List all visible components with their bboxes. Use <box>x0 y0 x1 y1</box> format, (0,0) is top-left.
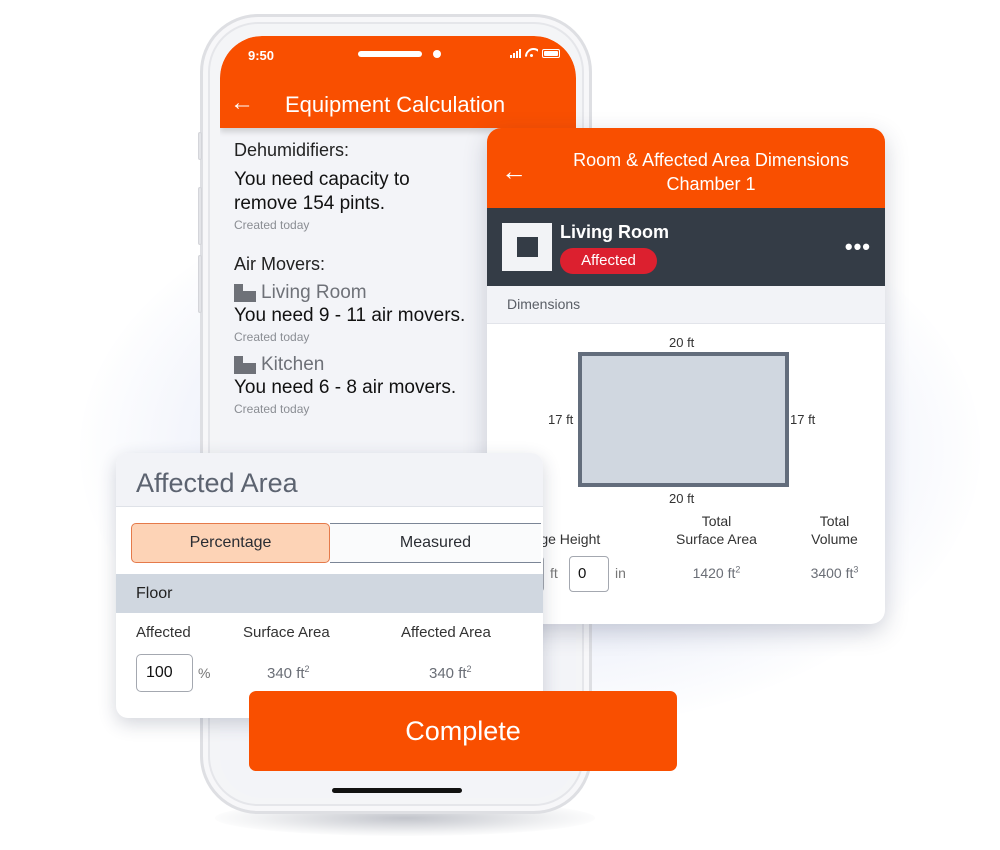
squared-exponent: 2 <box>466 664 472 674</box>
surface-area-value: 340 ft2 <box>267 664 310 683</box>
complete-button[interactable]: Complete <box>249 691 677 771</box>
phone-volume-down-button <box>198 255 202 313</box>
room-icon <box>234 356 256 374</box>
tab-measured[interactable]: Measured <box>330 523 541 563</box>
floor-section-header: Floor <box>116 574 543 613</box>
room-heading: Kitchen <box>234 354 494 376</box>
air-movers-label: Air Movers: <box>234 254 326 274</box>
floor-plan-rectangle[interactable] <box>578 352 789 487</box>
room-name: Kitchen <box>261 354 325 375</box>
right-wall-length: 17 ft <box>790 412 816 427</box>
back-arrow-icon[interactable]: ← <box>230 91 254 115</box>
phone-side-button <box>198 132 202 160</box>
surface-area-number: 340 ft <box>267 665 305 682</box>
total-surface-area-number: 1420 ft <box>692 565 736 581</box>
top-wall-length: 20 ft <box>669 335 695 350</box>
equipment-list: Dehumidifiers: You need capacity to remo… <box>234 140 494 416</box>
dimensions-title-line2: Chamber 1 <box>666 174 756 194</box>
total-surface-area-label: Total Surface Area <box>659 512 774 548</box>
inches-unit: in <box>615 565 626 581</box>
page-title: Equipment Calculation <box>285 92 506 117</box>
status-time: 9:50 <box>248 48 275 63</box>
surface-area-column-header: Surface Area <box>243 624 330 641</box>
created-label: Created today <box>234 330 310 344</box>
dimensions-section-label: Dimensions <box>487 286 885 324</box>
wifi-icon <box>525 48 538 58</box>
created-label: Created today <box>234 218 310 232</box>
total-volume-label-line1: Total <box>819 513 850 529</box>
battery-icon <box>542 48 560 58</box>
air-movers-text: You need 9 - 11 air movers. <box>234 305 466 326</box>
more-horizontal-icon[interactable]: ••• <box>845 236 871 258</box>
measurement-mode-toggle: Percentage Measured <box>131 523 541 563</box>
height-inches-input[interactable]: 0 <box>569 556 609 592</box>
dimension-metrics: Average Height 10 ft 0 in Total Surface … <box>487 513 885 624</box>
phone-volume-up-button <box>198 187 202 245</box>
room-bar: Living Room Affected ••• <box>487 208 885 286</box>
room-icon <box>234 284 256 302</box>
affected-percentage-input[interactable]: 100 <box>136 654 193 692</box>
dehumidifiers-text: You need capacity to remove 154 pints. <box>234 169 410 214</box>
total-volume-label: Total Volume <box>792 512 877 548</box>
list-item[interactable]: Kitchen You need 6 - 8 air movers. Creat… <box>234 354 494 416</box>
floor-plan: 20 ft 20 ft 17 ft 17 ft <box>487 324 885 520</box>
total-surface-area-label-line2: Surface Area <box>676 531 757 547</box>
room-square-icon <box>502 223 552 271</box>
affected-column-header: Affected <box>136 624 191 641</box>
home-indicator <box>332 788 462 793</box>
squared-exponent: 2 <box>735 564 741 575</box>
total-surface-area-value: 1420 ft2 <box>659 565 774 581</box>
air-movers-text: You need 6 - 8 air movers. <box>234 377 457 398</box>
left-wall-length: 17 ft <box>548 412 574 427</box>
dimensions-title: Room & Affected Area Dimensions Chamber … <box>537 148 885 196</box>
marketing-canvas: 9:50 ← Equipment Calculation Dehumidifie… <box>0 0 1000 850</box>
room-name: Living Room <box>560 222 669 242</box>
speaker-notch <box>358 51 422 57</box>
signal-icon <box>510 48 521 58</box>
back-arrow-icon[interactable]: ← <box>501 158 527 184</box>
cubed-exponent: 3 <box>853 564 859 575</box>
affected-area-card: Affected Area Percentage Measured Floor … <box>116 453 543 718</box>
feet-unit: ft <box>550 565 558 581</box>
room-heading: Living Room <box>234 282 494 304</box>
affected-area-title: Affected Area <box>116 453 543 507</box>
total-volume-label-line2: Volume <box>811 531 858 547</box>
affected-area-value: 340 ft2 <box>429 664 472 683</box>
list-item[interactable]: Living Room You need 9 - 11 air movers. … <box>234 282 494 344</box>
camera-dot <box>433 50 441 58</box>
total-volume-number: 3400 ft <box>810 565 854 581</box>
created-label: Created today <box>234 402 310 416</box>
affected-area-column-header: Affected Area <box>401 624 491 641</box>
dimensions-header: ← Room & Affected Area Dimensions Chambe… <box>487 128 885 208</box>
tab-percentage[interactable]: Percentage <box>131 523 330 563</box>
room-dimensions-card: ← Room & Affected Area Dimensions Chambe… <box>487 128 885 624</box>
affected-area-number: 340 ft <box>429 665 467 682</box>
squared-exponent: 2 <box>304 664 310 674</box>
percent-unit: % <box>198 665 211 681</box>
status-icons <box>510 48 560 58</box>
dehumidifiers-label: Dehumidifiers: <box>234 140 350 160</box>
room-name: Living Room <box>261 282 367 303</box>
status-badge: Affected <box>560 248 657 274</box>
total-surface-area-label-line1: Total <box>701 513 732 529</box>
app-header: 9:50 ← Equipment Calculation <box>220 36 576 128</box>
dimensions-title-line1: Room & Affected Area Dimensions <box>573 150 849 170</box>
bottom-wall-length: 20 ft <box>669 491 695 506</box>
total-volume-value: 3400 ft3 <box>792 565 877 581</box>
